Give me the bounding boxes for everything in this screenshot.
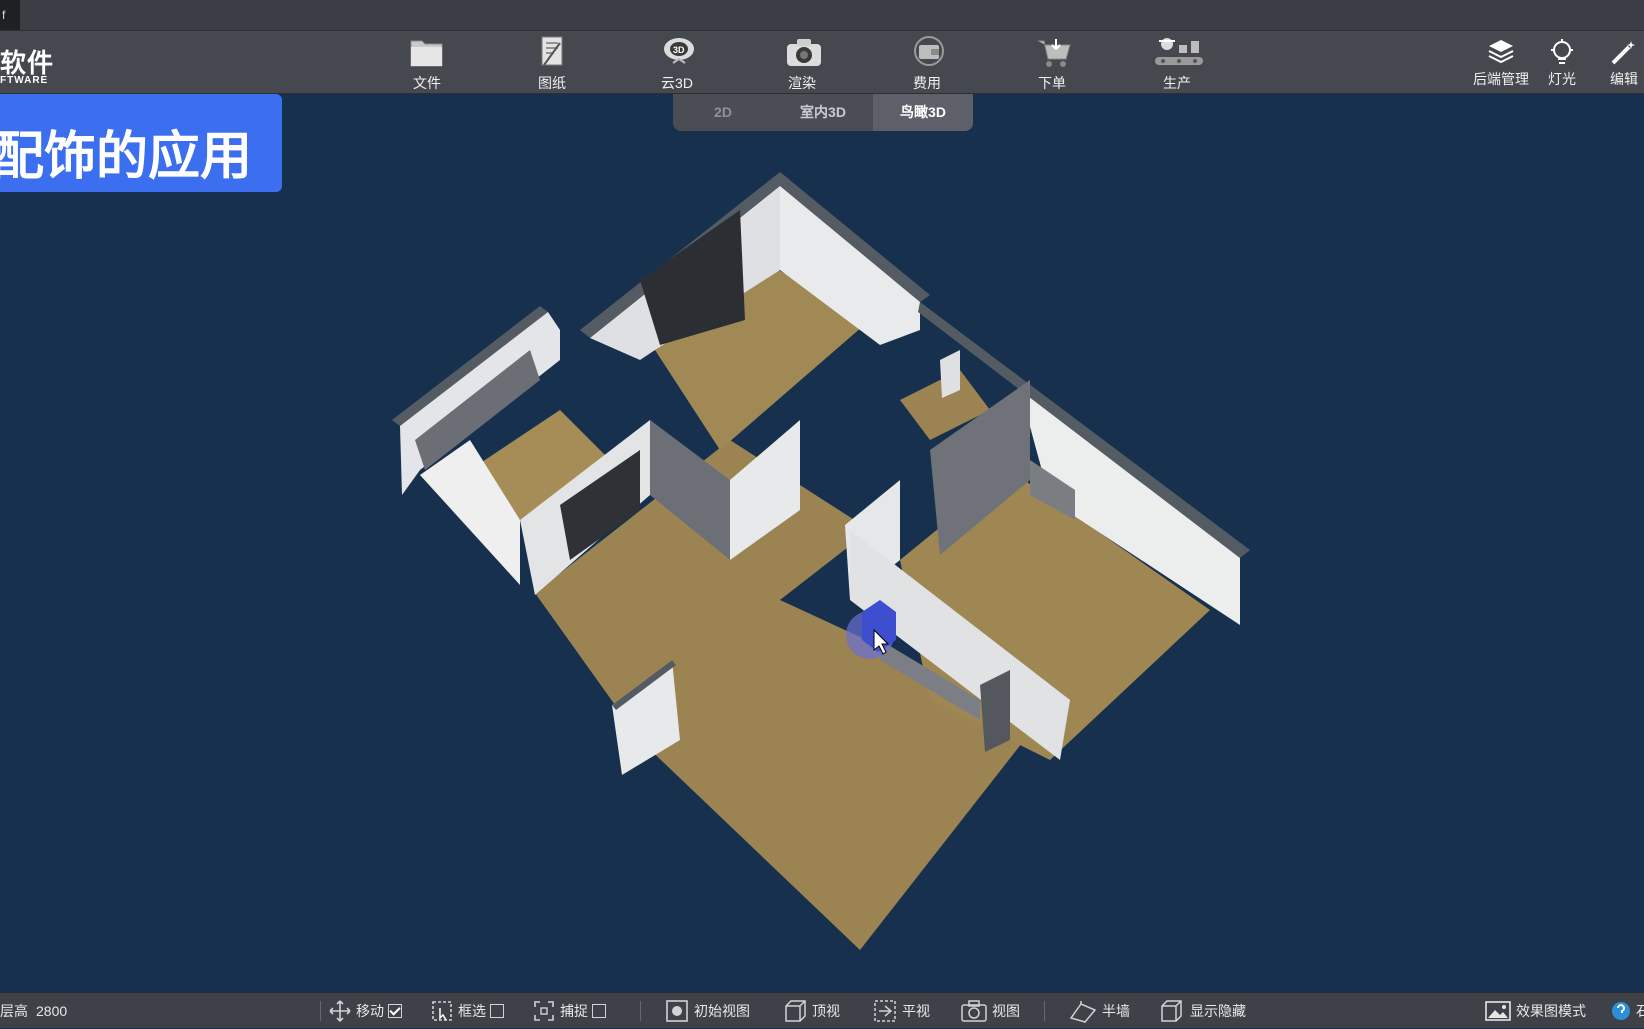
toolbar-lighting-label: 灯光 bbox=[1548, 71, 1576, 87]
toolbar-file-button[interactable]: 文件 bbox=[382, 31, 472, 93]
toolbar-production-button[interactable]: 生产 bbox=[1132, 31, 1222, 93]
toolbar-file-label: 文件 bbox=[413, 75, 441, 91]
status-bar: 层高 2800 移动 框选 捕捉 初始视图 顶视 平视 视图 半墙 显示隐藏 效… bbox=[0, 992, 1644, 1028]
toolbar-edit-button[interactable]: 编辑 bbox=[1604, 31, 1644, 93]
camera-view-icon bbox=[961, 1000, 987, 1022]
snap-label: 捕捉 bbox=[560, 1003, 588, 1019]
box-select-checkbox[interactable] bbox=[490, 1004, 504, 1018]
render-mode-toggle[interactable]: 效果图模式 bbox=[1484, 993, 1586, 1029]
tab-interior-3d[interactable]: 室内3D bbox=[773, 94, 873, 131]
banner-text: 配饰的应用 bbox=[0, 128, 253, 186]
divider bbox=[320, 1001, 321, 1021]
floor-height-label: 层高 bbox=[0, 1003, 28, 1019]
title-strip: f bbox=[0, 0, 1644, 30]
toolbar-edit-label: 编辑 bbox=[1610, 71, 1638, 87]
view-label: 视图 bbox=[992, 1003, 1020, 1019]
wallet-icon bbox=[914, 36, 944, 66]
drawing-icon bbox=[541, 36, 563, 66]
status-extra-label: 石 bbox=[1636, 1003, 1644, 1019]
toolbar-cloud3d-button[interactable]: 3D 云3D bbox=[632, 31, 722, 93]
toolbar-order-label: 下单 bbox=[1038, 75, 1066, 91]
box-select-toggle[interactable]: 框选 bbox=[430, 993, 504, 1029]
divider bbox=[640, 1001, 641, 1021]
move-checkbox[interactable] bbox=[388, 1004, 402, 1018]
toolbar-cost-label: 费用 bbox=[913, 75, 941, 91]
help-circle-icon bbox=[1612, 1002, 1630, 1020]
bathroom-window bbox=[940, 350, 960, 398]
lightbulb-icon bbox=[1551, 39, 1573, 64]
toolbar-cost-button[interactable]: 费用 bbox=[882, 31, 972, 93]
floor-height: 层高 2800 bbox=[0, 993, 67, 1029]
main-toolbar: 软件 FTWARE 文件 图纸 3D 云3D 渲染 费用 下单 生产 后端管理 … bbox=[0, 30, 1644, 94]
window-tab[interactable]: f bbox=[0, 0, 20, 30]
move-toggle[interactable]: 移动 bbox=[328, 993, 402, 1029]
logo-subtext: FTWARE bbox=[0, 75, 49, 86]
tab-aerial-3d[interactable]: 鸟瞰3D bbox=[873, 94, 973, 131]
toolbar-drawing-button[interactable]: 图纸 bbox=[507, 31, 597, 93]
cloud-3d-icon: 3D bbox=[664, 38, 694, 64]
snap-checkbox[interactable] bbox=[592, 1004, 606, 1018]
aerial-3d-viewport[interactable] bbox=[0, 94, 1644, 992]
show-hide-button[interactable]: 显示隐藏 bbox=[1158, 993, 1246, 1029]
toolbar-render-label: 渲染 bbox=[788, 75, 816, 91]
toolbar-backend-label: 后端管理 bbox=[1473, 71, 1529, 87]
initial-view-icon bbox=[666, 1000, 688, 1022]
floor-height-value: 2800 bbox=[36, 1003, 68, 1019]
selected-decor-item[interactable] bbox=[846, 600, 896, 659]
toolbar-lighting-button[interactable]: 灯光 bbox=[1542, 31, 1582, 93]
plan-view-label: 平视 bbox=[902, 1003, 930, 1019]
floor-plan-model bbox=[392, 172, 1250, 950]
folder-icon bbox=[410, 40, 443, 67]
plan-view-button[interactable]: 平视 bbox=[872, 993, 930, 1029]
app-logo: 软件 FTWARE bbox=[0, 39, 80, 89]
move-icon bbox=[329, 1000, 351, 1022]
plan-view-icon bbox=[874, 1000, 896, 1022]
production-line-icon bbox=[1155, 38, 1203, 65]
toolbar-cloud3d-label: 云3D bbox=[661, 75, 693, 91]
camera-icon bbox=[787, 39, 821, 66]
move-label: 移动 bbox=[356, 1003, 384, 1019]
layers-icon bbox=[1488, 40, 1514, 64]
cloud-3d-badge: 3D bbox=[673, 45, 685, 55]
half-wall-icon bbox=[1069, 1001, 1097, 1023]
snap-icon bbox=[534, 1001, 554, 1021]
image-icon bbox=[1485, 1001, 1511, 1021]
top-view-label: 顶视 bbox=[812, 1003, 840, 1019]
tab-2d[interactable]: 2D bbox=[673, 94, 773, 131]
cart-download-icon bbox=[1038, 39, 1071, 67]
render-mode-label: 效果图模式 bbox=[1516, 1003, 1586, 1019]
status-extra[interactable]: 石 bbox=[1610, 993, 1644, 1029]
show-hide-icon bbox=[1161, 1000, 1182, 1022]
divider bbox=[1044, 1001, 1045, 1021]
toolbar-order-button[interactable]: 下单 bbox=[1007, 31, 1097, 93]
box-select-icon bbox=[432, 1001, 452, 1021]
initial-view-button[interactable]: 初始视图 bbox=[664, 993, 750, 1029]
wand-icon bbox=[1611, 41, 1635, 65]
snap-toggle[interactable]: 捕捉 bbox=[532, 993, 606, 1029]
top-view-icon bbox=[785, 1000, 806, 1022]
toolbar-render-button[interactable]: 渲染 bbox=[757, 31, 847, 93]
view-mode-tabs: 2D 室内3D 鸟瞰3D bbox=[673, 94, 973, 131]
initial-view-label: 初始视图 bbox=[694, 1003, 750, 1019]
view-button[interactable]: 视图 bbox=[960, 993, 1020, 1029]
box-select-label: 框选 bbox=[458, 1003, 486, 1019]
title-banner: 配饰的应用 bbox=[0, 94, 282, 192]
half-wall-label: 半墙 bbox=[1102, 1003, 1130, 1019]
show-hide-label: 显示隐藏 bbox=[1190, 1003, 1246, 1019]
top-view-button[interactable]: 顶视 bbox=[782, 993, 840, 1029]
half-wall-toggle[interactable]: 半墙 bbox=[1068, 993, 1130, 1029]
toolbar-backend-button[interactable]: 后端管理 bbox=[1466, 31, 1536, 93]
toolbar-production-label: 生产 bbox=[1163, 75, 1191, 91]
toolbar-drawing-label: 图纸 bbox=[538, 75, 566, 91]
